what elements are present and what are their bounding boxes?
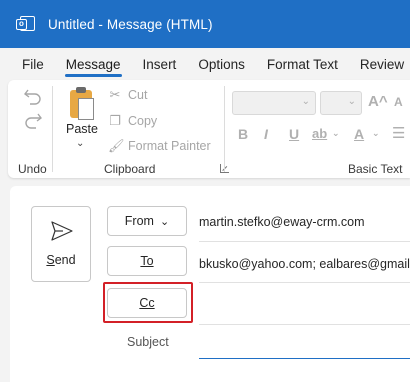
tab-options[interactable]: Options xyxy=(187,48,256,80)
format-painter-label: Format Painter xyxy=(128,139,211,153)
window-title: Untitled - Message (HTML) xyxy=(48,16,213,32)
chevron-down-icon: ⌄ xyxy=(347,96,356,107)
italic-icon[interactable]: I xyxy=(264,126,268,142)
chevron-down-icon: ⌄ xyxy=(76,138,85,149)
clipboard-icon xyxy=(70,87,94,120)
tab-insert[interactable]: Insert xyxy=(132,48,188,80)
font-family-dropdown[interactable]: ⌄ xyxy=(232,91,316,115)
copy-button[interactable]: ❐ Copy xyxy=(108,113,158,129)
paste-label: Paste xyxy=(66,122,98,136)
font-size-dropdown[interactable]: ⌄ xyxy=(320,91,362,115)
from-value: martin.stefko@eway-crm.com xyxy=(199,215,365,229)
send-icon xyxy=(51,221,73,241)
scissors-icon: ✂ xyxy=(109,87,121,102)
chevron-down-icon: ⌄ xyxy=(301,96,310,107)
underline-icon[interactable]: U xyxy=(289,126,299,142)
grow-font-icon[interactable]: A^ xyxy=(368,93,388,110)
outlook-message-icon: o xyxy=(16,14,36,34)
format-painter-button[interactable]: 🖌 Format Painter xyxy=(108,138,211,154)
copy-icon: ❐ xyxy=(109,113,121,128)
to-button[interactable]: To xyxy=(107,246,187,276)
to-field[interactable]: bkusko@yahoo.com; ealbares@gmail.co xyxy=(199,257,410,271)
highlight-color-icon[interactable]: ab xyxy=(312,126,327,141)
title-bar: o Untitled - Message (HTML) xyxy=(0,0,410,48)
from-button[interactable]: From ⌄ xyxy=(107,206,187,236)
bold-icon[interactable]: B xyxy=(238,126,248,142)
undo-group-label: Undo xyxy=(18,162,47,176)
chevron-down-icon[interactable]: ⌄ xyxy=(332,128,340,139)
send-button[interactable]: Send xyxy=(31,206,91,282)
subject-label: Subject xyxy=(127,335,169,349)
ribbon-tabs: File Message Insert Options Format Text … xyxy=(0,48,410,80)
bullets-icon[interactable]: ☰ xyxy=(392,124,405,142)
subject-underline xyxy=(199,358,410,359)
chevron-down-icon[interactable]: ⌄ xyxy=(372,128,380,139)
basic-text-group-label: Basic Text xyxy=(348,162,403,176)
cut-button[interactable]: ✂ Cut xyxy=(108,87,148,103)
send-label: Send xyxy=(46,253,76,267)
group-divider xyxy=(52,86,53,172)
tab-review[interactable]: Review xyxy=(349,48,410,80)
compose-pane: Send From ⌄ martin.stefko@eway-crm.com To… xyxy=(10,186,410,382)
cc-label: Cc xyxy=(139,296,155,310)
to-label: To xyxy=(140,254,154,268)
copy-label: Copy xyxy=(128,114,158,128)
tab-file[interactable]: File xyxy=(0,48,55,80)
cc-button[interactable]: Cc xyxy=(107,288,187,318)
cut-label: Cut xyxy=(128,88,148,102)
from-label: From xyxy=(124,214,154,228)
tab-message[interactable]: Message xyxy=(55,48,132,80)
paste-button[interactable]: Paste ⌄ xyxy=(62,86,100,160)
group-divider xyxy=(224,86,225,172)
shrink-font-icon[interactable]: A xyxy=(394,95,403,109)
cc-divider xyxy=(199,324,410,325)
from-divider xyxy=(199,241,410,242)
undo-icon[interactable] xyxy=(22,86,44,106)
tab-format-text[interactable]: Format Text xyxy=(256,48,349,80)
ribbon: Undo Paste ⌄ ✂ Cut ❐ Copy 🖌 Format Paint… xyxy=(8,80,410,178)
font-color-icon[interactable]: A xyxy=(354,126,364,142)
clipboard-group-label: Clipboard xyxy=(104,162,156,176)
chevron-down-icon: ⌄ xyxy=(159,216,170,228)
to-divider xyxy=(199,282,410,283)
redo-icon[interactable] xyxy=(22,110,44,130)
subject-field[interactable] xyxy=(199,335,409,353)
cc-field[interactable] xyxy=(199,297,409,315)
paintbrush-icon: 🖌 xyxy=(108,138,125,153)
